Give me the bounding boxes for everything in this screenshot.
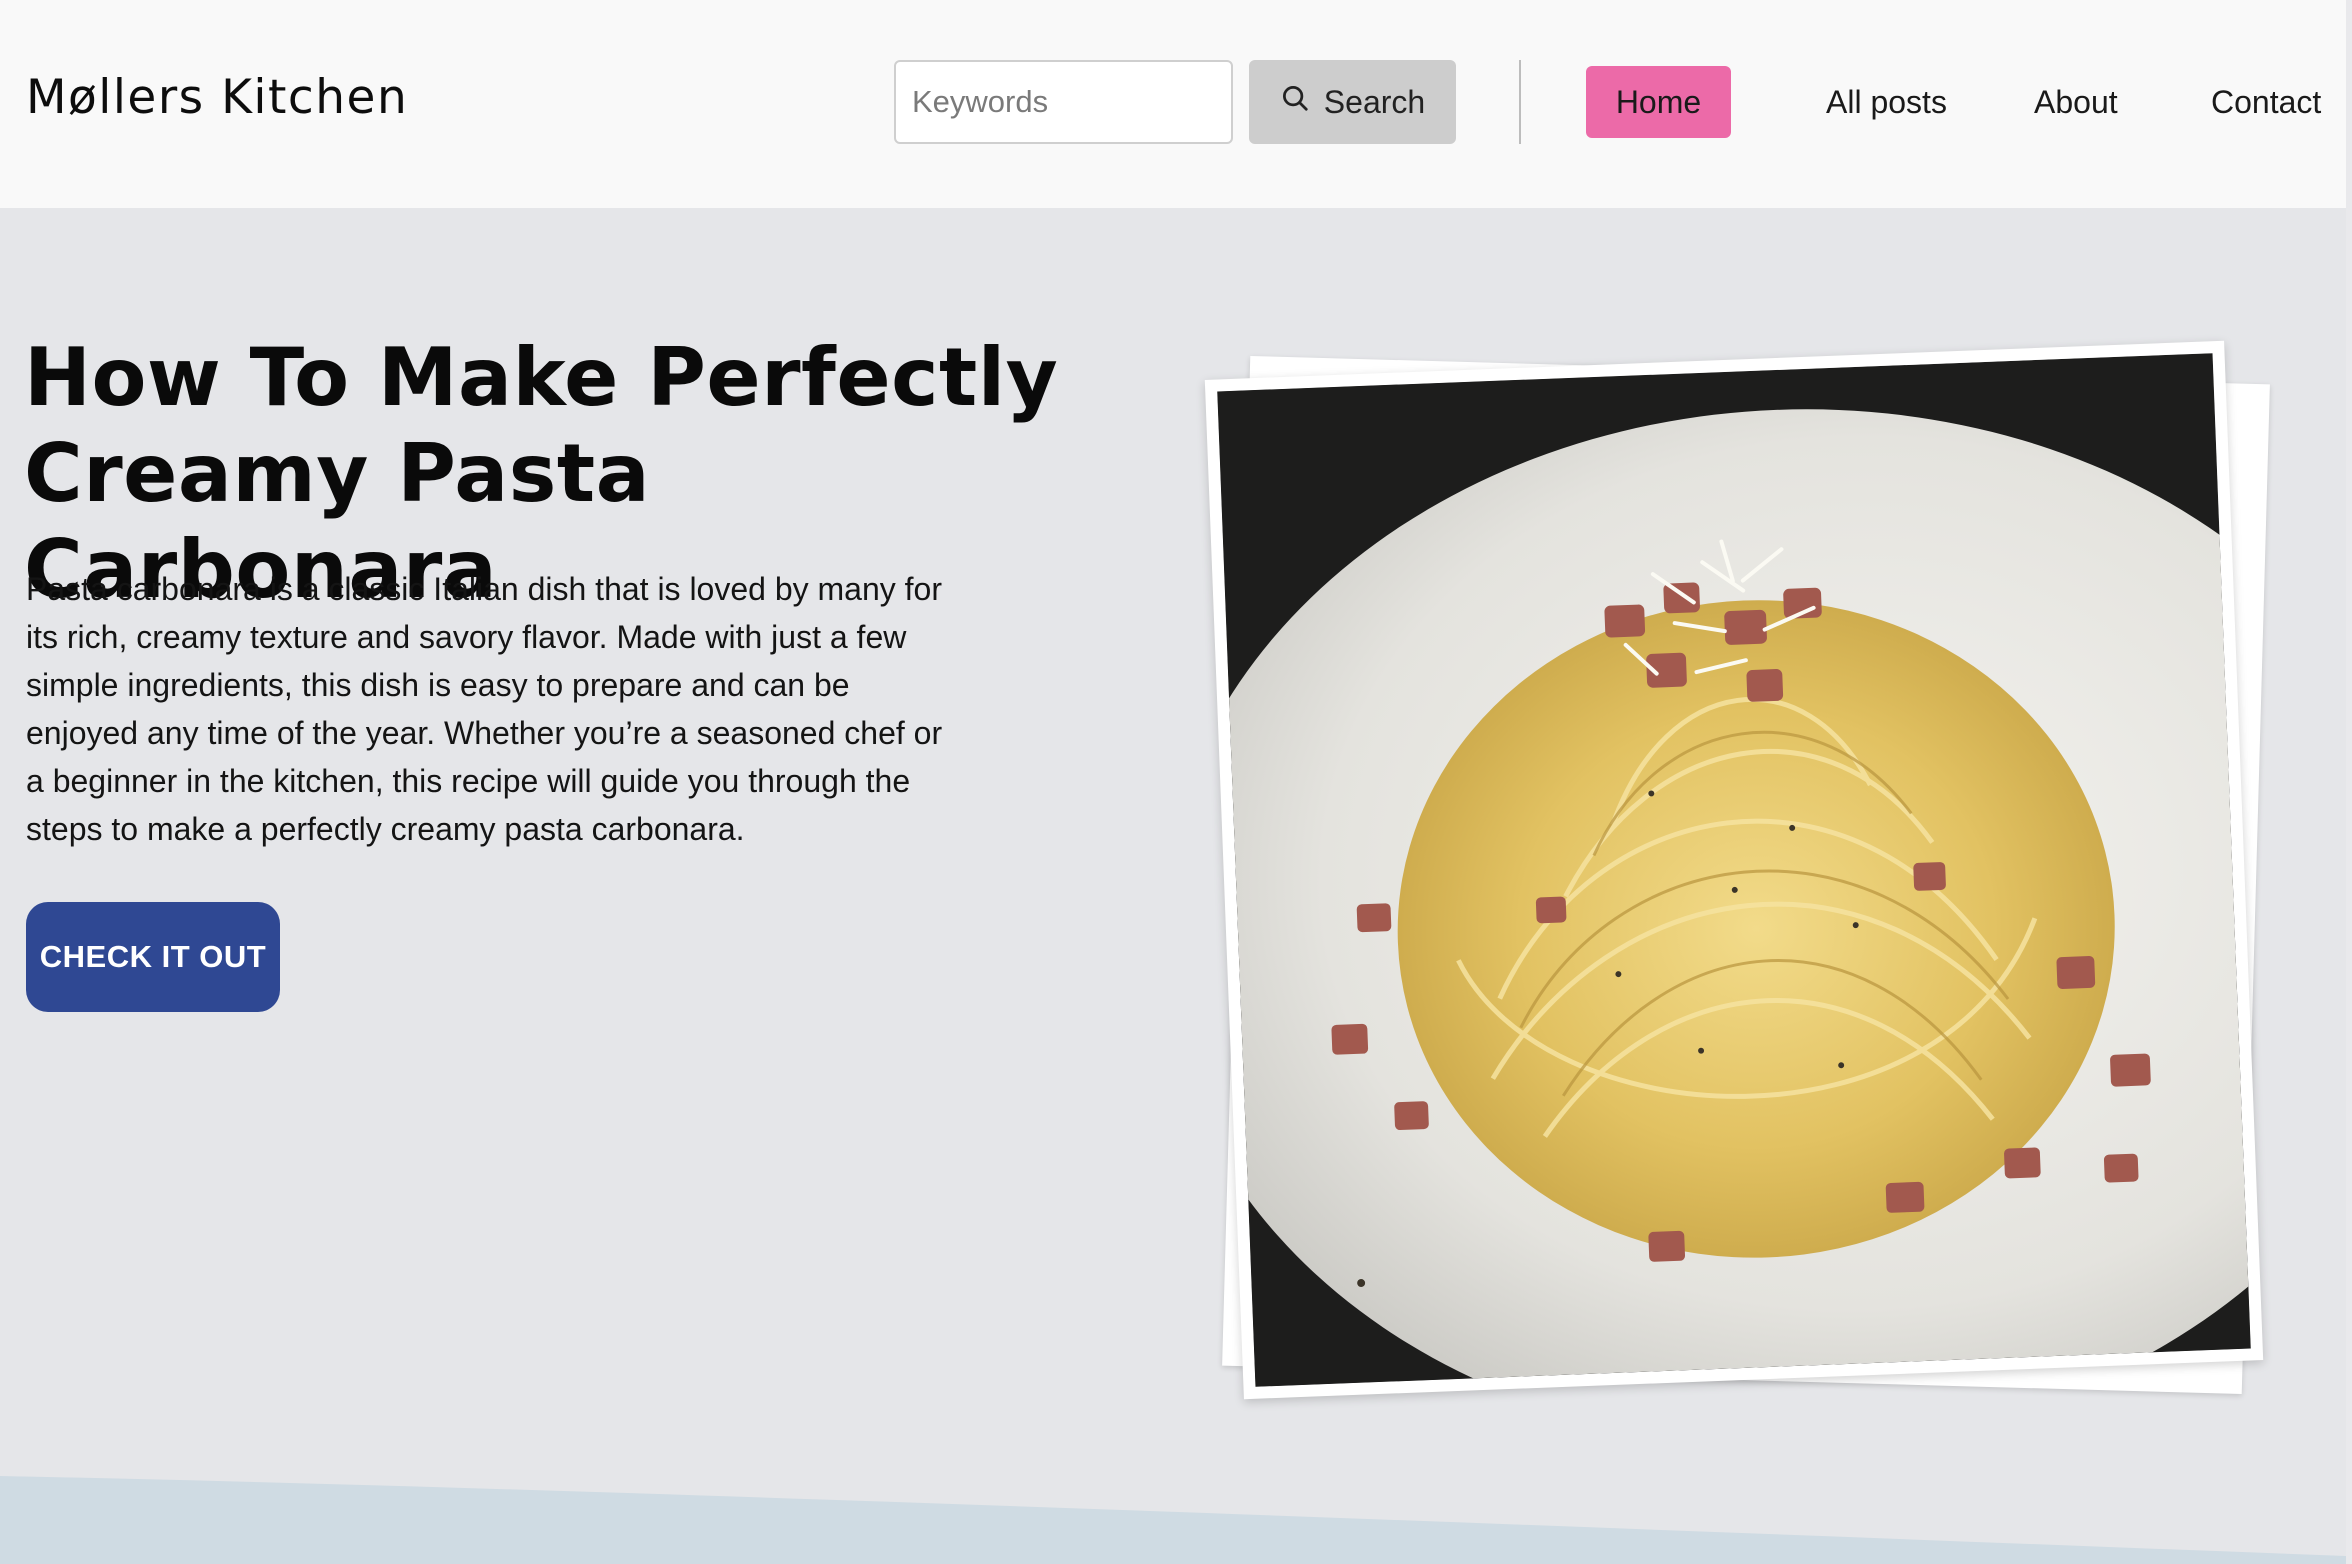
page: Møllers Kitchen Search Home All posts Ab… [0,0,2352,1564]
nav-all-posts[interactable]: All posts [1826,66,1947,138]
carbonara-image [1217,353,2251,1387]
hero-photo[interactable] [1204,340,2264,1400]
search-button-label: Search [1323,83,1426,120]
header-divider [1519,60,1521,144]
hero-description: Pasta carbonara is a classic Italian dis… [26,571,943,847]
site-header: Møllers Kitchen Search Home All posts Ab… [0,0,2346,208]
search-button[interactable]: Search [1249,60,1456,144]
nav-about[interactable]: About [2034,66,2118,138]
site-logo[interactable]: Møllers Kitchen [26,70,408,125]
search-input[interactable] [894,60,1233,144]
nav-home[interactable]: Home [1586,66,1731,138]
hero-wave-divider [0,1476,2346,1564]
search-icon [1280,83,1310,121]
nav-contact[interactable]: Contact [2211,66,2321,138]
check-it-out-button[interactable]: CHECK IT OUT [26,902,280,1012]
